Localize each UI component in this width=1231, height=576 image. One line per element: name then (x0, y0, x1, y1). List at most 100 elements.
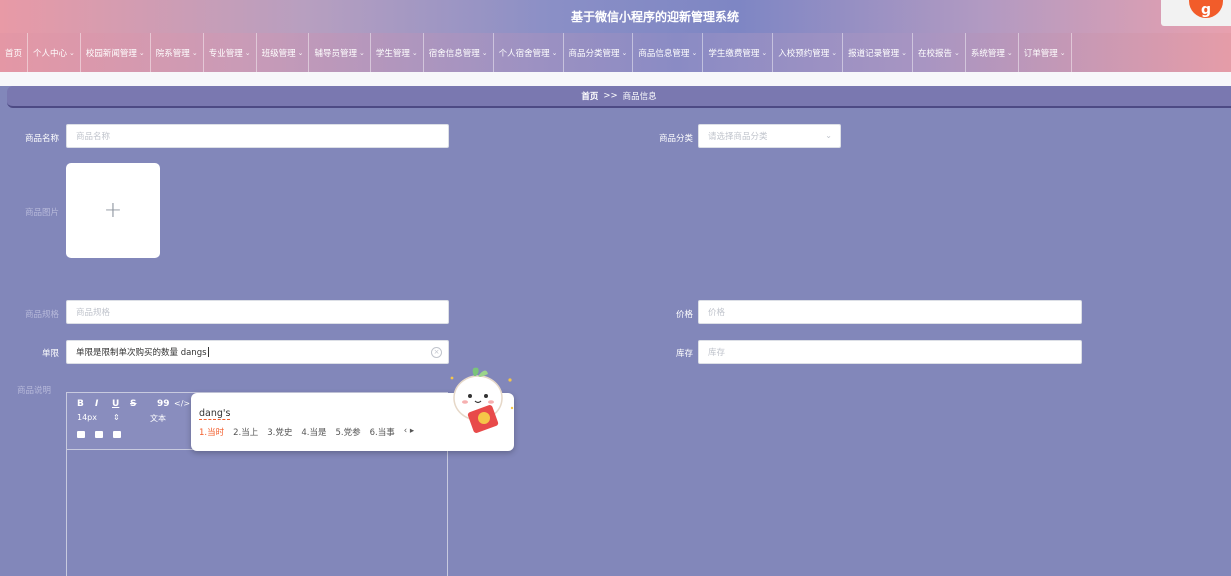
price-placeholder: 价格 (708, 308, 726, 318)
nav-item[interactable]: 商品信息管理 ⌄ (633, 33, 704, 72)
nav-item-label: 商品信息管理 (638, 48, 690, 59)
nav-item[interactable]: 入校预约管理 ⌄ (773, 33, 844, 72)
quote-button[interactable]: 99 (157, 399, 170, 409)
ime-logo: g (1161, 0, 1231, 26)
nav-item[interactable]: 班级管理 ⌄ (257, 33, 310, 72)
stock-placeholder: 库存 (708, 348, 726, 358)
chevron-down-icon: ⌄ (244, 48, 251, 57)
nav-item-label: 入校预约管理 (778, 48, 830, 59)
spec-input[interactable]: 商品规格 (66, 300, 449, 324)
description-label: 商品说明 (16, 386, 51, 396)
nav-item[interactable]: 系统管理 ⌄ (966, 33, 1019, 72)
price-input[interactable]: 价格 (698, 300, 1082, 324)
ime-page-arrows[interactable]: ‹ ▸ (404, 426, 414, 438)
image-icon[interactable] (95, 431, 103, 438)
chevron-down-icon: ⌄ (481, 48, 488, 57)
spec-label: 商品规格 (24, 310, 59, 320)
code-button[interactable]: </> (174, 399, 190, 408)
nav-item-label: 班级管理 (261, 48, 296, 59)
chevron-down-icon: ⌄ (954, 48, 960, 57)
title-bar: 基于微信小程序的迎新管理系统 g (0, 0, 1231, 33)
ime-composition: dang's (199, 408, 231, 420)
chevron-down-icon: ⌄ (297, 48, 304, 57)
stock-label: 库存 (675, 349, 693, 359)
name-label: 商品名称 (24, 134, 59, 144)
stock-input[interactable]: 库存 (698, 340, 1082, 364)
italic-button[interactable]: I (95, 399, 98, 409)
link-icon[interactable] (77, 431, 85, 438)
nav-item-label: 商品分类管理 (568, 48, 620, 59)
nav-item-label: 辅导员管理 (314, 48, 357, 59)
chevron-down-icon: ⌄ (358, 48, 365, 57)
nav-item[interactable]: 订单管理 ⌄ (1019, 33, 1072, 72)
nav-item-label: 院系管理 (155, 48, 190, 59)
name-placeholder: 商品名称 (76, 132, 111, 142)
nav-item-label: 个人中心 (33, 48, 68, 59)
image-upload[interactable]: + (66, 163, 160, 258)
text-style-select[interactable]: 文本 (150, 413, 166, 424)
nav-item[interactable]: 个人宿舍管理 ⌄ (494, 33, 564, 72)
chevron-down-icon: ⌄ (831, 48, 838, 57)
breadcrumb-separator: >> (603, 91, 618, 101)
nav-item[interactable]: 校园新闻管理 ⌄ (81, 33, 151, 72)
nav-item-label: 订单管理 (1023, 48, 1058, 59)
nav-item[interactable]: 商品分类管理 ⌄ (564, 33, 634, 72)
nav-item-label: 学生管理 (375, 48, 410, 59)
ime-candidate-list: 1.当时 2.当上 3.党史 4.当是 5.党参 6.当事 ‹ ▸ (199, 426, 414, 438)
ime-composition-text: dang's (199, 408, 231, 420)
video-icon[interactable] (113, 431, 121, 438)
chevron-down-icon: ⌄ (191, 48, 198, 57)
limit-label: 单限 (41, 349, 59, 359)
chevron-down-icon: ⌄ (69, 48, 75, 57)
spec-placeholder: 商品规格 (76, 308, 111, 318)
font-size-select[interactable]: 14px (77, 413, 97, 422)
nav-item-label: 宿舍信息管理 (428, 48, 480, 59)
category-select[interactable]: 请选择商品分类 ⌄ (698, 124, 841, 148)
text-caret (207, 347, 209, 357)
ime-mascot-icon (450, 367, 514, 433)
nav-item[interactable]: 宿舍信息管理 ⌄ (424, 33, 494, 72)
ime-logo-icon: g (1189, 0, 1223, 18)
nav-item[interactable]: 专业管理 ⌄ (204, 33, 257, 72)
nav-item-label: 系统管理 (970, 48, 1005, 59)
clear-icon[interactable]: × (431, 347, 442, 358)
ime-candidate[interactable]: 6.当事 (370, 426, 395, 438)
breadcrumb-home[interactable]: 首页 (581, 90, 598, 102)
ime-candidate[interactable]: 2.当上 (233, 426, 258, 438)
chevron-down-icon: ⌄ (551, 48, 558, 57)
ime-candidate[interactable]: 5.党参 (336, 426, 361, 438)
site-title: 基于微信小程序的迎新管理系统 (570, 10, 739, 24)
chevron-down-icon: ⌄ (901, 48, 907, 57)
limit-input[interactable]: 单限是限制单次购买的数量 dangs × (66, 340, 449, 364)
chevron-down-icon: ⌄ (761, 48, 768, 57)
nav-item-label: 首页 (5, 48, 23, 59)
ime-candidate[interactable]: 3.党史 (267, 426, 292, 438)
price-label: 价格 (675, 310, 693, 320)
chevron-down-icon: ⌄ (411, 48, 418, 57)
nav-item-label: 专业管理 (208, 48, 243, 59)
ime-candidate[interactable]: 1.当时 (199, 426, 224, 438)
nav-item[interactable]: 学生缴费管理 ⌄ (703, 33, 774, 72)
nav-item[interactable]: 学生管理 ⌄ (371, 33, 424, 72)
bold-button[interactable]: B (77, 399, 84, 409)
underline-button[interactable]: U (112, 399, 119, 409)
nav-item[interactable]: 首页 (0, 33, 29, 72)
breadcrumb: 首页 >> 商品信息 (7, 86, 1231, 108)
nav-item[interactable]: 个人中心 ⌄ (28, 33, 81, 72)
name-input[interactable]: 商品名称 (66, 124, 449, 148)
nav-item[interactable]: 在校报告 ⌄ (913, 33, 966, 72)
chevron-down-icon: ⌄ (1006, 48, 1013, 57)
category-label: 商品分类 (658, 134, 693, 144)
nav-item-label: 校园新闻管理 (85, 48, 137, 59)
nav-item[interactable]: 报道记录管理 ⌄ (843, 33, 913, 72)
chevron-down-icon: ⌄ (691, 48, 698, 57)
font-size-arrow-icon: ⇕ (113, 413, 120, 422)
plus-icon: + (103, 198, 123, 223)
ime-candidate[interactable]: 4.当是 (301, 426, 326, 438)
nav-item[interactable]: 院系管理 ⌄ (151, 33, 204, 72)
nav-item[interactable]: 辅导员管理 ⌄ (309, 33, 371, 72)
limit-value: 单限是限制单次购买的数量 dangs (76, 348, 207, 358)
strike-button[interactable]: S (130, 399, 136, 409)
nav-item-label: 学生缴费管理 (708, 48, 760, 59)
chevron-down-icon: ⌄ (825, 131, 832, 140)
